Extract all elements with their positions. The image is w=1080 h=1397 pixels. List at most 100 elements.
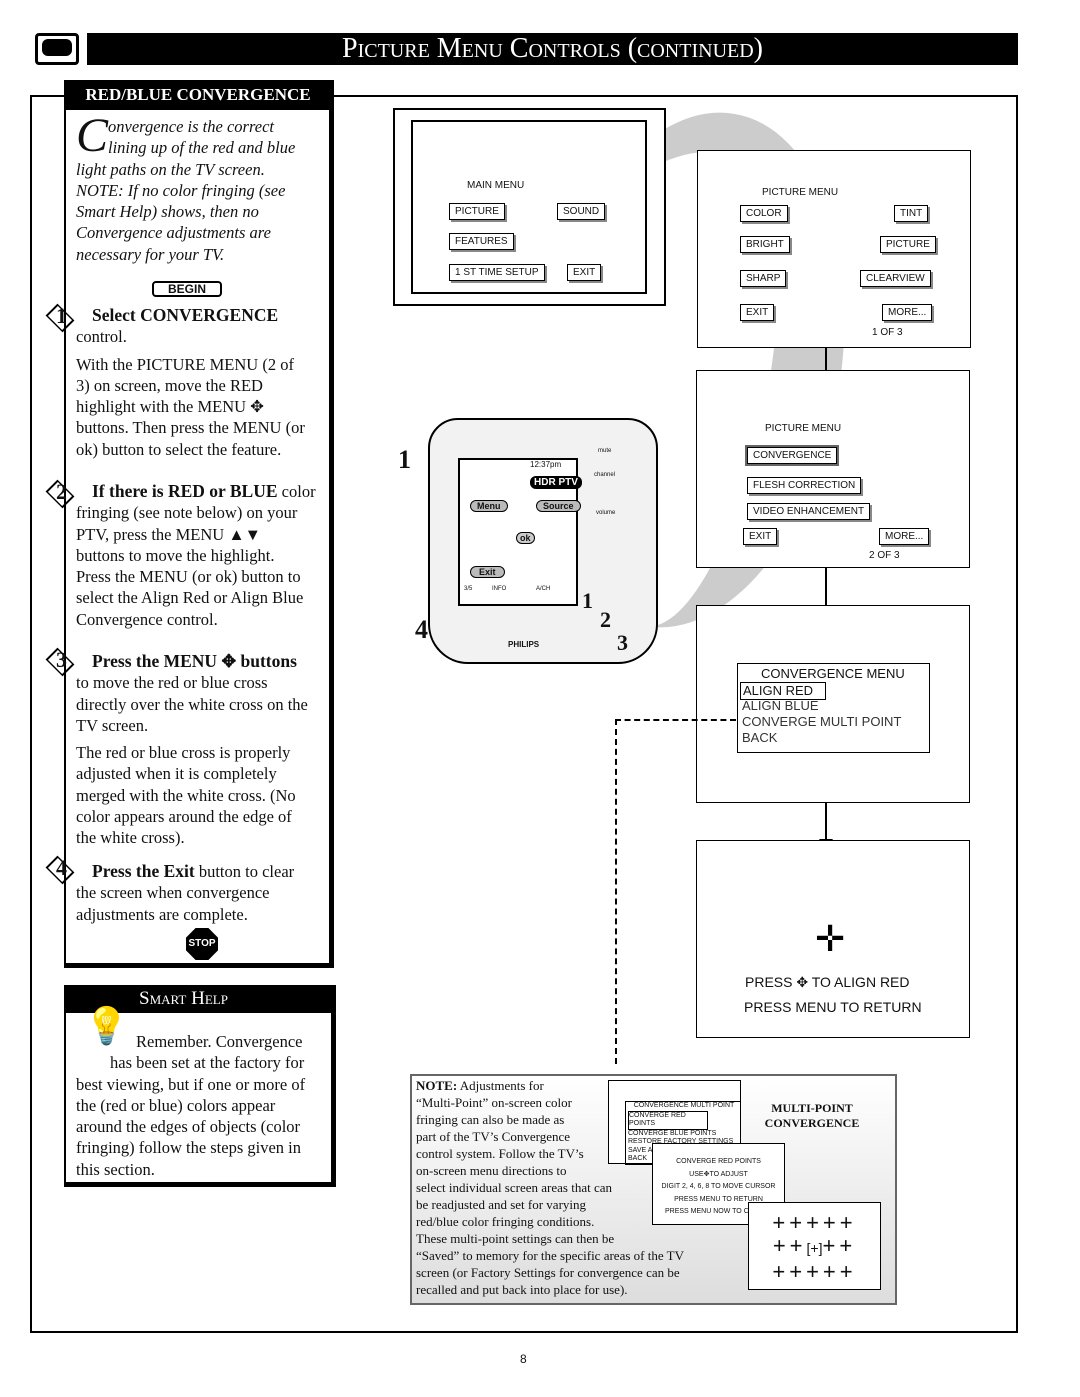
intro-text: onvergence is the correct lining up of t… (76, 116, 328, 265)
callout-4: 4 (415, 615, 428, 644)
remote-control: 12:37pm HDR PTV Menu Source ok Exit 3/5 … (428, 418, 658, 664)
remote-mute-label: mute (598, 448, 612, 454)
menu-item-more[interactable]: MORE... (882, 304, 933, 321)
remote-source-button[interactable]: Source (536, 500, 581, 512)
note-line: Adjustments for (457, 1078, 544, 1093)
step-text: buttons. Then press the MENU (or (76, 418, 305, 438)
remote-time: 12:37pm (530, 460, 562, 469)
menu-item-exit[interactable]: EXIT (743, 528, 778, 545)
step-title: Select CONVERGENCE (92, 305, 279, 325)
menu-item-first-time-setup[interactable]: 1 ST TIME SETUP (449, 264, 545, 281)
menu-item-convergence[interactable]: CONVERGENCE (744, 445, 840, 466)
remote-menu-button[interactable]: Menu (470, 500, 508, 512)
step-text: The red or blue cross is properly (76, 743, 291, 763)
help-line: the (red or blue) colors appear (76, 1095, 276, 1115)
remote-info: INFO (492, 586, 507, 592)
page-indicator: 2 OF 3 (869, 550, 900, 561)
screen-text: TO ADJUST (709, 1170, 748, 1178)
menu-title: MAIN MENU (467, 180, 525, 191)
menu-item-converge-multi-point[interactable]: CONVERGE MULTI POINT (742, 714, 901, 730)
menu-title: CONVERGENCE MULTI POINT (633, 1102, 735, 1109)
step-title: Press the Exit (92, 861, 195, 881)
menu-dpad-icon: ✥ (250, 397, 264, 417)
step-title: If there is RED or BLUE (92, 481, 278, 501)
menu-item-picture[interactable]: PICTURE (880, 236, 936, 253)
tv-icon (35, 33, 79, 65)
align-text: PRESS (745, 974, 793, 990)
menu-item-color[interactable]: COLOR (740, 205, 788, 222)
menu-item-tint[interactable]: TINT (894, 205, 929, 222)
flow-arrow (819, 568, 833, 616)
step-text: color (277, 482, 316, 501)
step-text: ok) button to select the feature. (76, 439, 282, 459)
help-line: this section. (76, 1159, 155, 1179)
menu-item-exit[interactable]: EXIT (740, 304, 775, 321)
menu-item-align-blue[interactable]: ALIGN BLUE (742, 698, 819, 714)
section-heading: RED/BLUE CONVERGENCE (64, 80, 332, 110)
help-line: Remember. Convergence (136, 1032, 303, 1051)
step-text: TV screen. (76, 715, 149, 735)
menu-item-more[interactable]: MORE... (879, 528, 930, 545)
step-text: select the Align Red or Align Blue (76, 588, 304, 608)
multi-point-heading: MULTI-POINT CONVERGENCE (750, 1101, 874, 1131)
help-line: best viewing, but if one or more of (76, 1074, 306, 1094)
step-1: Select CONVERGENCE control. With the PIC… (76, 305, 328, 460)
remote-exit-button[interactable]: Exit (470, 566, 505, 578)
dashed-connector (615, 719, 736, 721)
remote-volume-label: volume (596, 510, 616, 516)
menu-item-sound[interactable]: SOUND (557, 203, 606, 220)
cross-row: ++[+]++ (772, 1233, 857, 1258)
intro-line: onvergence is the correct (108, 117, 274, 136)
menu-item-exit[interactable]: EXIT (567, 264, 602, 281)
philips-logo: PHILIPS (508, 640, 540, 649)
cross-row: +++++ (772, 1210, 857, 1235)
menu-item[interactable]: CONVERGE RED POINTS (628, 1110, 708, 1130)
cross-row: +++++ (772, 1259, 857, 1284)
menu-item-sharp[interactable]: SHARP (740, 270, 787, 287)
step-text: PTV, press the MENU ▲▼ (76, 524, 261, 544)
note-label: NOTE: (416, 1078, 458, 1093)
step-text: buttons to move the highlight. (76, 545, 275, 565)
menu-item-video-enhancement[interactable]: VIDEO ENHANCEMENT (747, 503, 871, 520)
align-text: PRESS MENU TO RETURN (744, 999, 922, 1015)
intro-line: NOTE: If no color fringing (see (76, 180, 286, 200)
help-line: has been set at the factory for (110, 1053, 305, 1073)
menu-item-bright[interactable]: BRIGHT (740, 236, 790, 253)
step-3: Press the MENU ✥ buttons to move the red… (76, 651, 328, 849)
menu-item-back[interactable]: BACK (742, 730, 777, 746)
step-title: buttons (240, 651, 297, 671)
step-text: fringing (see note below) on your (76, 503, 298, 523)
convergence-menu-screen: CONVERGENCE MENU ALIGN RED ALIGN BLUE CO… (696, 605, 970, 803)
intro-line: light paths on the TV screen. (76, 159, 265, 179)
step-text: the screen when convergence (76, 883, 270, 903)
note-line: “Saved” to memory for the specific areas… (416, 1248, 684, 1263)
callout-1b: 1 (582, 588, 593, 613)
menu-item-features[interactable]: FEATURES (449, 233, 514, 250)
dashed-connector (615, 719, 617, 1064)
cross-grid-screen: +++++ ++[+]++ +++++ (748, 1202, 881, 1290)
note-line: These multi-point settings can then be (416, 1231, 615, 1246)
menu-item-clearview[interactable]: CLEARVIEW (860, 270, 931, 287)
step-text: Press the MENU (or ok) button to (76, 567, 301, 587)
note-line: recalled and put back into place for use… (416, 1282, 628, 1297)
screen-text: DIGIT 2, 4, 6, 8 TO MOVE CURSOR (661, 1183, 776, 1190)
page-title: Picture Menu Controls (continued) (87, 33, 1018, 65)
align-red-screen: ✛ PRESS ✥ TO ALIGN RED PRESS MENU TO RET… (696, 840, 970, 1038)
step-4: Press the Exit button to clear the scree… (76, 861, 328, 925)
align-text: TO ALIGN RED (811, 974, 910, 990)
remote-ok-button[interactable]: ok (516, 532, 535, 544)
callout-1: 1 (398, 445, 411, 474)
step-text: adjustments are complete. (76, 904, 248, 924)
menu-item[interactable]: CONVERGE BLUE POINTS (628, 1130, 740, 1139)
menu-dpad-icon: ✥ (221, 651, 237, 671)
remote-channel-label: channel (594, 472, 616, 478)
picture-menu-1-screen: PICTURE MENU COLOR TINT BRIGHT PICTURE S… (697, 150, 971, 348)
intro-line: lining up of the red and blue (108, 138, 296, 158)
step-text: 3) on screen, move the RED (76, 375, 263, 395)
help-line: around the edges of objects (color (76, 1117, 301, 1137)
menu-item-picture[interactable]: PICTURE (449, 203, 505, 220)
step-text: With the PICTURE MENU (2 of (76, 354, 294, 374)
flow-arrow (819, 803, 833, 849)
menu-item-flesh-correction[interactable]: FLESH CORRECTION (747, 477, 862, 494)
picture-menu-2-screen: PICTURE MENU CONVERGENCE FLESH CORRECTIO… (696, 370, 970, 568)
